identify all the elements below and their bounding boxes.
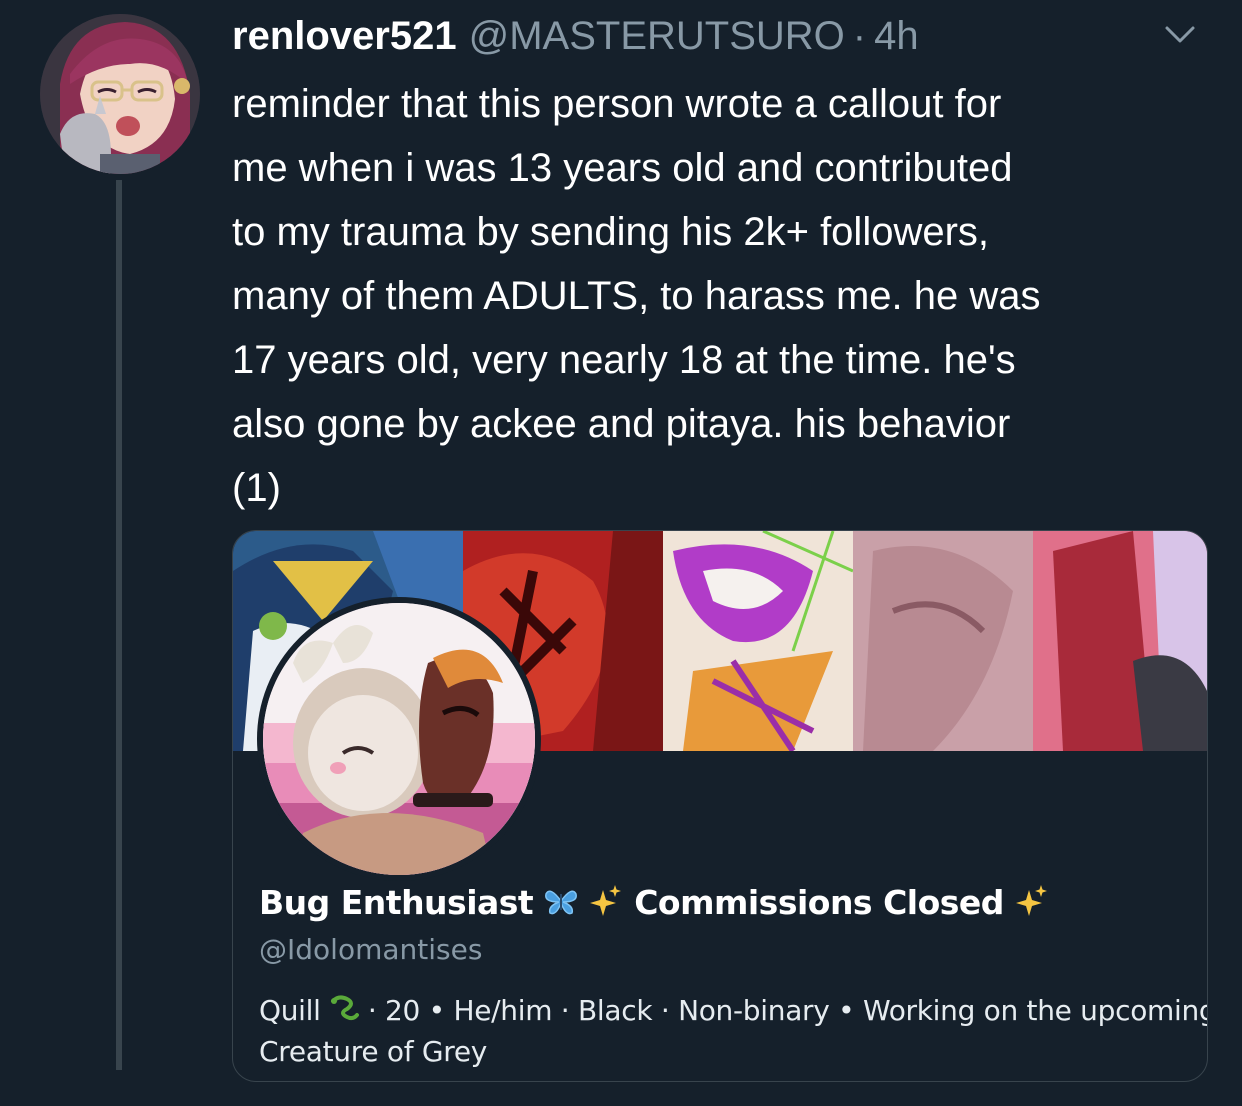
butterfly-emoji-icon <box>544 885 578 924</box>
attached-profile-screenshot[interactable]: Bug Enthusiast Commissions Closed @Idolo… <box>232 530 1208 1082</box>
bio-line: Creature of Grey <box>259 1035 488 1068</box>
profile-picture-illustration <box>263 603 535 875</box>
sparkles-emoji-icon <box>589 884 623 926</box>
separator: · <box>852 14 867 58</box>
bio-line: Quill · 20 • He/him · Black · Non-binary… <box>259 991 1207 1032</box>
profile-bio: Quill · 20 • He/him · Black · Non-binary… <box>259 991 1207 1072</box>
timestamp[interactable]: 4h <box>874 14 919 59</box>
avatar-illustration <box>40 14 200 174</box>
tweet-text-line: many of them ADULTS, to harass me. he wa… <box>232 274 1041 318</box>
bio-name: Quill <box>259 994 321 1027</box>
user-avatar[interactable] <box>40 14 200 174</box>
tweet-text-line: me when i was 13 years old and contribut… <box>232 146 1013 190</box>
tweet-text-line: reminder that this person wrote a callou… <box>232 82 1002 126</box>
tweet-text: reminder that this person wrote a callou… <box>232 72 1222 520</box>
tweet-text-line: to my trauma by sending his 2k+ follower… <box>232 210 990 254</box>
chevron-down-icon[interactable] <box>1164 24 1196 46</box>
tweet-text-line: also gone by ackee and pitaya. his behav… <box>232 402 1011 446</box>
tweet-text-line: (1) <box>232 466 281 510</box>
tweet-text-line: 17 years old, very nearly 18 at the time… <box>232 338 1016 382</box>
snake-emoji-icon <box>329 992 360 1032</box>
profile-picture[interactable] <box>257 597 541 881</box>
profile-name-part1: Bug Enthusiast <box>259 883 534 922</box>
profile-handle: @Idolomantises <box>259 933 483 966</box>
user-handle[interactable]: @MASTERUTSURO <box>469 14 845 59</box>
thread-line <box>116 180 122 1070</box>
profile-name: Bug Enthusiast Commissions Closed <box>259 883 1049 926</box>
bio-details: · 20 • He/him · Black · Non-binary • Wor… <box>367 994 1207 1027</box>
display-name[interactable]: renlover521 <box>232 14 457 59</box>
tweet-header: renlover521 @MASTERUTSURO · 4h <box>232 14 919 62</box>
profile-name-part2: Commissions Closed <box>634 883 1004 922</box>
sparkles-emoji-icon <box>1015 884 1049 926</box>
